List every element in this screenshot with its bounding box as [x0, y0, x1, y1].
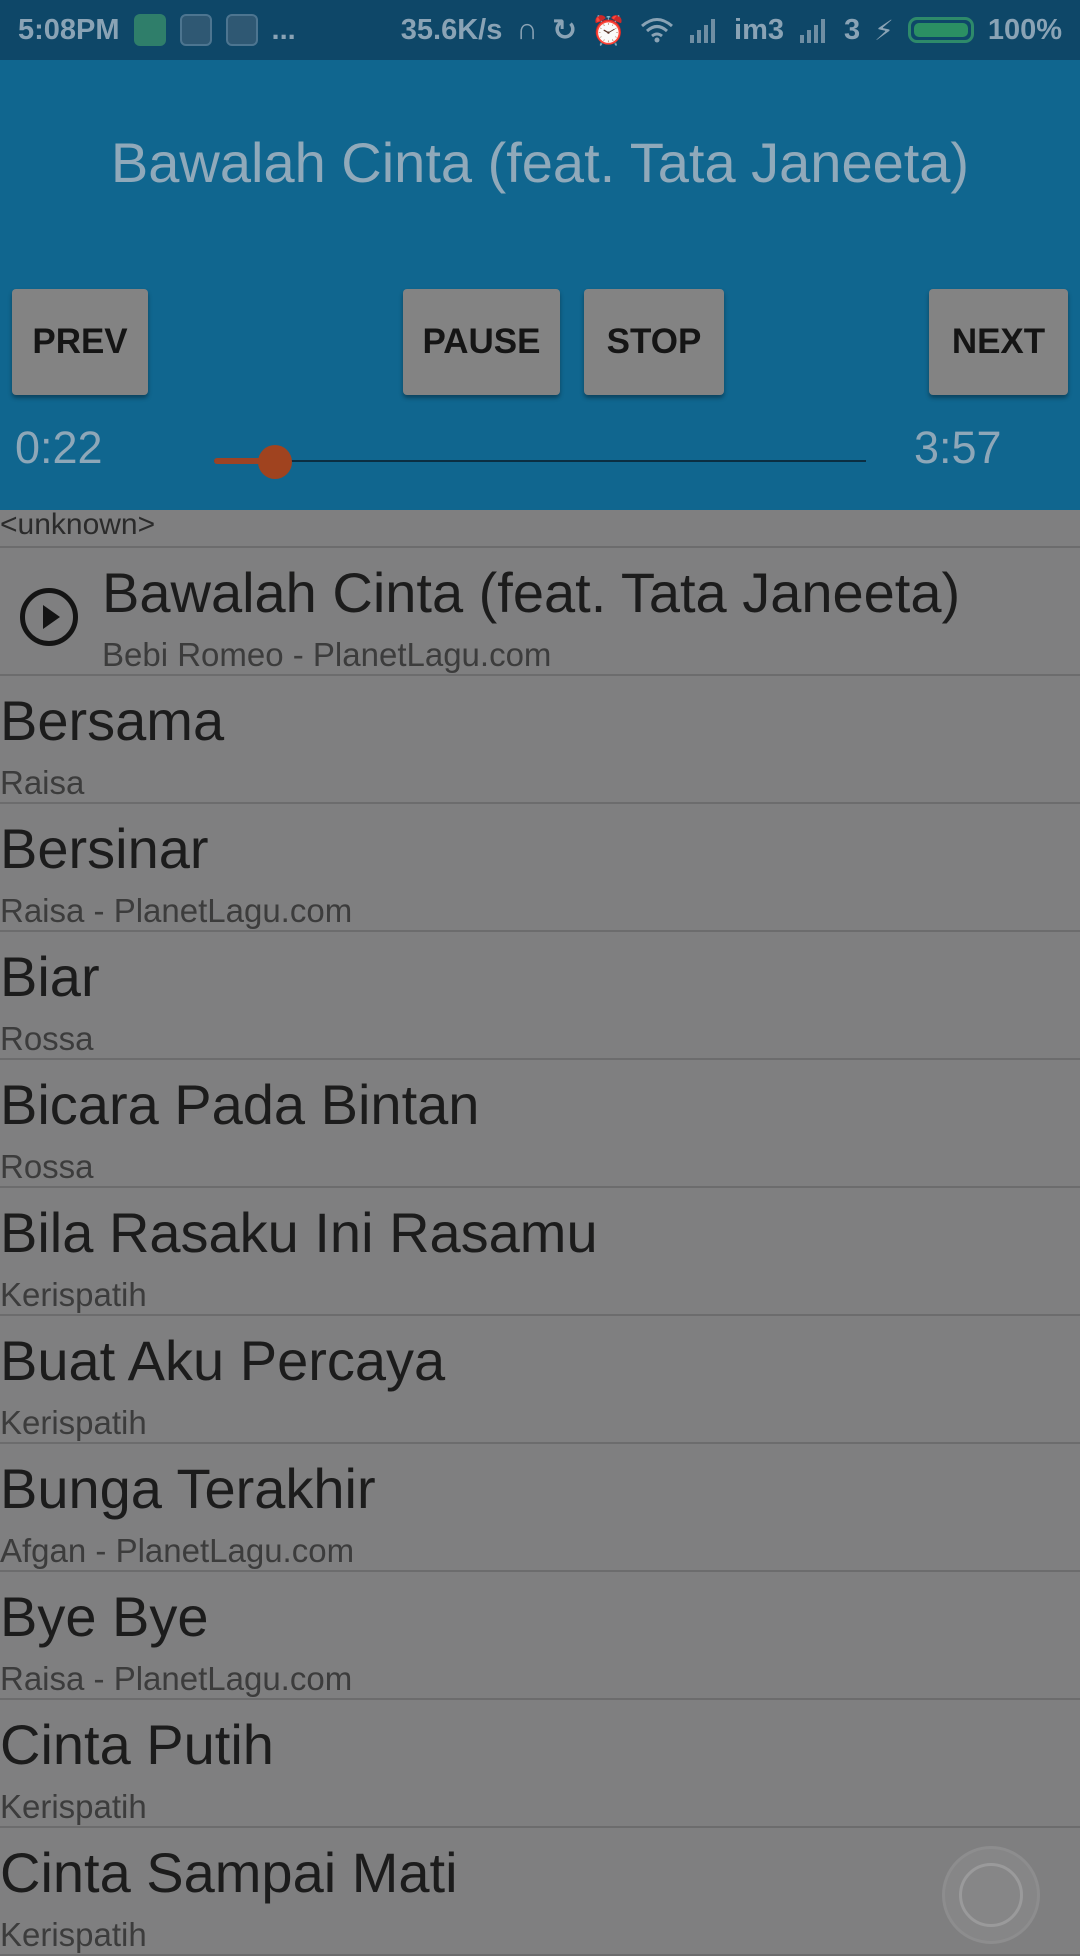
battery-percent: 100% — [987, 13, 1062, 46]
song-artist: Afgan - PlanetLagu.com — [0, 1532, 355, 1569]
song-artist: Raisa - PlanetLagu.com — [0, 1660, 353, 1697]
sync-icon: ↻ — [552, 13, 578, 47]
player-panel: Bawalah Cinta (feat. Tata Janeeta) PREV … — [0, 60, 1080, 510]
list-item[interactable]: Bunga Terakhir Afgan - PlanetLagu.com — [0, 1444, 1080, 1572]
album-group-header: <unknown> — [0, 510, 1080, 548]
song-artist: Raisa — [0, 764, 85, 801]
list-item[interactable]: Buat Aku Percaya Kerispatih — [0, 1316, 1080, 1444]
battery-icon — [907, 17, 974, 43]
song-title: Bawalah Cinta (feat. Tata Janeeta) — [102, 561, 961, 624]
list-item[interactable]: Bersama Raisa — [0, 676, 1080, 804]
status-bar: 5:08PM ... 35.6K/s ∩ ↻ ⏰ im3 3 ⚡ 100% — [0, 0, 1080, 60]
wifi-icon — [641, 18, 674, 43]
alarm-icon: ⏰ — [591, 14, 627, 46]
list-item[interactable]: Bersinar Raisa - PlanetLagu.com — [0, 804, 1080, 932]
song-title: Bersama — [0, 689, 225, 752]
song-artist: Kerispatih — [0, 1788, 147, 1825]
now-playing-title: Bawalah Cinta (feat. Tata Janeeta) — [110, 131, 970, 194]
carrier-2: 3 — [844, 13, 861, 46]
song-title: Cinta Putih — [0, 1713, 274, 1776]
list-item[interactable]: Bye Bye Raisa - PlanetLagu.com — [0, 1572, 1080, 1700]
more-notifications-dots: ... — [271, 13, 296, 46]
seek-bar-track[interactable] — [214, 460, 866, 462]
signal-icon — [690, 19, 716, 43]
song-title: Cinta Sampai Mati — [0, 1841, 458, 1904]
song-title: Bersinar — [0, 817, 209, 880]
charging-icon: ⚡ — [874, 14, 894, 46]
song-artist: Bebi Romeo - PlanetLagu.com — [102, 636, 552, 673]
status-time: 5:08PM — [18, 13, 120, 46]
headphones-icon: ∩ — [516, 13, 539, 46]
song-artist: Kerispatih — [0, 1404, 147, 1441]
list-item[interactable]: Bicara Pada Bintan Rossa — [0, 1060, 1080, 1188]
list-item[interactable]: Bawalah Cinta (feat. Tata Janeeta) Bebi … — [0, 548, 1080, 676]
stop-button[interactable]: STOP — [584, 289, 724, 395]
bbm-icon — [179, 14, 212, 46]
power-icon — [959, 1863, 1023, 1927]
song-title: Bye Bye — [0, 1585, 209, 1648]
list-item[interactable]: Cinta Sampai Mati Kerispatih — [0, 1828, 1080, 1956]
list-item[interactable]: Bila Rasaku Ini Rasamu Kerispatih — [0, 1188, 1080, 1316]
floating-power-button[interactable] — [942, 1846, 1040, 1944]
total-duration: 3:57 — [914, 422, 1002, 473]
carrier-1: im3 — [734, 13, 785, 46]
next-button[interactable]: NEXT — [929, 289, 1068, 395]
app-icon — [225, 14, 258, 46]
song-artist: Rossa — [0, 1020, 94, 1057]
signal-icon — [800, 19, 826, 43]
song-title: Buat Aku Percaya — [0, 1329, 446, 1392]
song-list: <unknown> Bawalah Cinta (feat. Tata Jane… — [0, 510, 1080, 1956]
elapsed-time: 0:22 — [15, 422, 103, 473]
song-title: Bunga Terakhir — [0, 1457, 376, 1520]
seek-bar-thumb[interactable] — [257, 445, 292, 479]
play-circle-icon[interactable] — [20, 588, 78, 646]
song-artist: Raisa - PlanetLagu.com — [0, 892, 353, 929]
song-title: Bicara Pada Bintan — [0, 1073, 480, 1136]
song-title: Bila Rasaku Ini Rasamu — [0, 1201, 598, 1264]
prev-button[interactable]: PREV — [12, 289, 148, 395]
song-artist: Kerispatih — [0, 1276, 147, 1313]
pause-button[interactable]: PAUSE — [403, 289, 560, 395]
list-item[interactable]: Biar Rossa — [0, 932, 1080, 1060]
song-title: Biar — [0, 945, 100, 1008]
list-item[interactable]: Cinta Putih Kerispatih — [0, 1700, 1080, 1828]
song-artist: Kerispatih — [0, 1916, 147, 1953]
song-artist: Rossa — [0, 1148, 94, 1185]
cat-app-icon — [133, 14, 166, 46]
network-speed: 35.6K/s — [400, 13, 503, 46]
